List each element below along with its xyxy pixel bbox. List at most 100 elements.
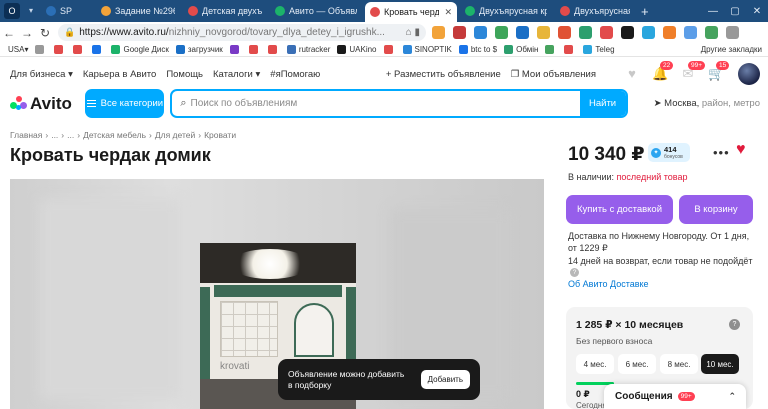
browser-tab[interactable]: Задание №2968915 bbox=[96, 2, 180, 20]
extension-icon[interactable] bbox=[432, 26, 445, 39]
extension-icon[interactable] bbox=[453, 26, 466, 39]
bookmark-item[interactable]: Teleg bbox=[583, 45, 615, 54]
bookmark-item[interactable]: btc to $ bbox=[458, 45, 497, 54]
breadcrumb-item[interactable]: ... bbox=[67, 130, 74, 140]
photo-shelf bbox=[220, 301, 278, 357]
messages-icon[interactable]: ✉ 99+ bbox=[680, 61, 706, 81]
extension-icon[interactable] bbox=[579, 26, 592, 39]
other-bookmarks[interactable]: Другие закладки bbox=[701, 45, 762, 54]
installment-term-option[interactable]: 6 мес. bbox=[618, 354, 656, 374]
installment-term-option[interactable]: 8 мес. bbox=[660, 354, 698, 374]
browser-tab[interactable]: Авито — Объявления bbox=[270, 2, 362, 20]
bookmark-label: загрузчик bbox=[187, 45, 223, 54]
search-input[interactable] bbox=[186, 98, 580, 109]
bookmark-item[interactable]: SINOPTIK bbox=[402, 45, 452, 54]
tab-list-icon[interactable]: ▾ bbox=[24, 3, 38, 19]
photo-chandelier bbox=[230, 249, 310, 279]
post-ad-link[interactable]: + Разместить объявление bbox=[386, 69, 501, 80]
bookmark-item[interactable] bbox=[248, 45, 261, 54]
bookmark-item[interactable] bbox=[383, 45, 396, 54]
add-to-collection-button[interactable]: Добавить bbox=[420, 370, 470, 389]
avatar[interactable] bbox=[738, 63, 760, 85]
minimize-icon[interactable]: — bbox=[702, 6, 724, 17]
extension-icon[interactable] bbox=[495, 26, 508, 39]
bookmark-item[interactable]: UAKino bbox=[337, 45, 377, 54]
help-link[interactable]: Помощь bbox=[166, 69, 203, 80]
return-help-icon[interactable]: ? bbox=[570, 268, 579, 277]
maximize-icon[interactable]: ▢ bbox=[724, 6, 746, 17]
bookmark-item[interactable]: Google Диск bbox=[111, 45, 169, 54]
extension-icon[interactable] bbox=[600, 26, 613, 39]
messages-panel-badge: 99+ bbox=[677, 392, 695, 401]
new-tab-icon[interactable]: + bbox=[641, 4, 649, 19]
bookmark-item[interactable] bbox=[229, 45, 242, 54]
chevron-up-icon[interactable]: ⌃ bbox=[728, 391, 736, 402]
bookmark-item[interactable]: rutracker bbox=[286, 45, 330, 54]
catalogs-link[interactable]: Каталоги ▾ bbox=[213, 69, 260, 80]
bookmark-item[interactable] bbox=[54, 45, 66, 54]
bookmark-item[interactable] bbox=[73, 45, 85, 54]
add-to-cart-button[interactable]: В корзину bbox=[679, 195, 753, 224]
tab-label: Двухъярусная Эко bbox=[574, 6, 630, 16]
bookmark-item[interactable] bbox=[92, 45, 104, 54]
extension-icon[interactable] bbox=[621, 26, 634, 39]
find-button[interactable]: Найти bbox=[579, 91, 626, 116]
extension-icon[interactable] bbox=[684, 26, 697, 39]
extension-icon[interactable] bbox=[474, 26, 487, 39]
bookmark-item[interactable]: USA ▾ bbox=[8, 45, 28, 54]
browser-tab[interactable]: SP bbox=[41, 2, 93, 20]
bookmark-item[interactable] bbox=[564, 45, 576, 54]
installment-term-option[interactable]: 4 мес. bbox=[576, 354, 614, 374]
hashtag-link[interactable]: #яПомогаю bbox=[270, 69, 320, 80]
close-tab-icon[interactable]: ✕ bbox=[444, 7, 452, 18]
browser-tab[interactable]: Детская двухъярусная bbox=[183, 2, 267, 20]
more-options-icon[interactable]: ••• bbox=[713, 145, 730, 160]
for-business-link[interactable]: Для бизнеса ▾ bbox=[10, 69, 73, 80]
all-categories-button[interactable]: Все категории bbox=[85, 89, 165, 118]
buy-with-delivery-button[interactable]: Купить с доставкой bbox=[566, 195, 673, 224]
installment-help-icon[interactable]: ? bbox=[729, 319, 740, 330]
avito-logo[interactable]: Avito bbox=[10, 94, 85, 114]
bookmark-item[interactable] bbox=[545, 45, 557, 54]
opera-menu-icon[interactable]: O bbox=[4, 3, 20, 19]
breadcrumb-item[interactable]: Главная bbox=[10, 130, 42, 140]
extension-icon[interactable] bbox=[537, 26, 550, 39]
breadcrumb-item[interactable]: Для детей bbox=[155, 130, 195, 140]
extension-icon[interactable] bbox=[663, 26, 676, 39]
cart-icon[interactable]: 🛒 15 bbox=[708, 61, 730, 81]
breadcrumb-item[interactable]: Детская мебель bbox=[83, 130, 146, 140]
bookmark-item[interactable]: Обмін bbox=[504, 45, 538, 54]
browser-tab[interactable]: Двухъярусная кровать bbox=[460, 2, 552, 20]
bookmark-item[interactable] bbox=[267, 45, 280, 54]
installment-term-option[interactable]: 10 мес. bbox=[701, 354, 739, 374]
url-field[interactable]: 🔒 https://www.avito.ru/ nizhniy_novgorod… bbox=[58, 24, 426, 41]
messages-panel[interactable]: Сообщения 99+ ⌃ bbox=[604, 384, 746, 409]
browser-tab[interactable]: Двухъярусная Эко bbox=[555, 2, 635, 20]
bookmark-item[interactable] bbox=[35, 45, 47, 54]
browser-tab[interactable]: Кровать чердак домик ✕ bbox=[365, 2, 457, 22]
extension-icon[interactable] bbox=[516, 26, 529, 39]
favorite-heart-icon[interactable]: ♥ bbox=[736, 141, 746, 159]
about-delivery-link[interactable]: Об Авито Доставке bbox=[568, 279, 649, 289]
bookmark-icon bbox=[54, 45, 64, 54]
bookmark-icon[interactable]: ⌂ ▮ bbox=[406, 27, 420, 38]
career-link[interactable]: Карьера в Авито bbox=[83, 69, 156, 80]
breadcrumb-item[interactable]: ... bbox=[51, 130, 58, 140]
favorites-icon[interactable]: ♥ bbox=[624, 67, 640, 81]
extension-icon[interactable] bbox=[726, 26, 739, 39]
reload-icon[interactable]: ↻ bbox=[36, 26, 54, 40]
bonus-badge[interactable]: ✦ 414 бонусов bbox=[648, 143, 690, 162]
breadcrumb-separator: › bbox=[198, 130, 202, 140]
close-window-icon[interactable]: ✕ bbox=[746, 6, 768, 17]
breadcrumb-item[interactable]: Кровати bbox=[204, 130, 236, 140]
extension-icon[interactable] bbox=[705, 26, 718, 39]
notifications-icon[interactable]: 🔔 22 bbox=[652, 61, 674, 81]
extension-icon[interactable] bbox=[642, 26, 655, 39]
extension-icon[interactable] bbox=[558, 26, 571, 39]
bonus-value: 414 bbox=[664, 144, 677, 154]
forward-icon[interactable]: → bbox=[18, 26, 36, 40]
bookmark-item[interactable]: загрузчик bbox=[175, 45, 223, 54]
back-icon[interactable]: ← bbox=[0, 26, 18, 40]
location-selector[interactable]: ➤ Москва, район, метро bbox=[654, 98, 760, 109]
my-ads-link[interactable]: ❐ Мои объявления bbox=[511, 69, 596, 80]
